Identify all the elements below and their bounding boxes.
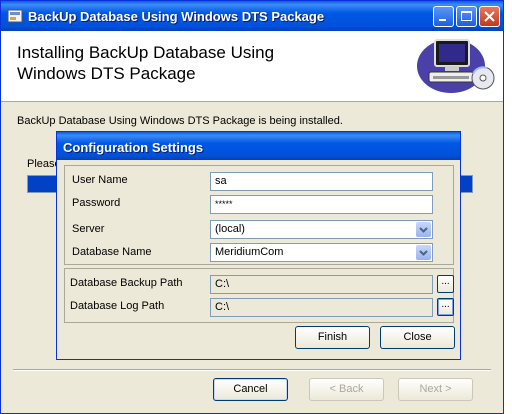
configuration-dialog: Configuration Settings User Name sa Pass… xyxy=(56,131,461,360)
minimize-icon xyxy=(439,19,446,21)
back-button[interactable]: < Back xyxy=(309,378,384,401)
computer-cd-icon xyxy=(417,39,495,93)
connection-group: User Name sa Password ***** Server (loca… xyxy=(64,165,454,265)
server-dropdown-button[interactable] xyxy=(416,222,431,237)
user-name-input[interactable]: sa xyxy=(210,172,433,191)
backup-path-label: Database Backup Path xyxy=(70,277,183,289)
close-icon xyxy=(484,11,495,22)
paths-group: Database Backup Path C:\ ... Database Lo… xyxy=(64,268,454,323)
server-select[interactable]: (local) xyxy=(210,220,433,239)
backup-path-browse-button[interactable]: ... xyxy=(437,275,454,293)
log-path-input[interactable]: C:\ xyxy=(210,298,433,317)
log-path-browse-button[interactable]: ... xyxy=(437,298,454,316)
next-button[interactable]: Next > xyxy=(398,378,473,401)
footer-divider xyxy=(13,369,491,371)
title-bar: BackUp Database Using Windows DTS Packag… xyxy=(1,1,503,31)
header-title: Installing BackUp Database Using Windows… xyxy=(17,43,275,83)
minimize-button[interactable] xyxy=(433,6,454,27)
maximize-icon xyxy=(461,11,472,21)
log-path-label: Database Log Path xyxy=(70,300,165,312)
chevron-down-icon xyxy=(419,227,428,233)
window-title: BackUp Database Using Windows DTS Packag… xyxy=(28,9,325,24)
database-name-value: MeridiumCom xyxy=(215,246,284,258)
cancel-button[interactable]: Cancel xyxy=(213,378,288,401)
server-value: (local) xyxy=(215,223,245,235)
dialog-title-bar: Configuration Settings xyxy=(57,132,460,160)
finish-button[interactable]: Finish xyxy=(295,326,370,349)
password-label: Password xyxy=(72,197,121,209)
close-button[interactable]: Close xyxy=(380,326,455,349)
user-name-label: User Name xyxy=(72,174,128,186)
server-label: Server xyxy=(72,223,105,235)
maximize-button[interactable] xyxy=(456,6,477,27)
installer-icon xyxy=(7,9,23,23)
close-window-button[interactable] xyxy=(479,6,500,27)
database-name-select[interactable]: MeridiumCom xyxy=(210,243,433,262)
backup-path-input[interactable]: C:\ xyxy=(210,275,433,294)
wizard-header: Installing BackUp Database Using Windows… xyxy=(1,31,503,102)
installer-window: BackUp Database Using Windows DTS Packag… xyxy=(0,0,504,414)
dialog-title: Configuration Settings xyxy=(63,140,204,155)
password-input[interactable]: ***** xyxy=(210,195,433,214)
install-status-text: BackUp Database Using Windows DTS Packag… xyxy=(17,115,343,127)
database-name-label: Database Name xyxy=(72,246,152,258)
database-name-dropdown-button[interactable] xyxy=(416,245,431,260)
chevron-down-icon xyxy=(419,250,428,256)
